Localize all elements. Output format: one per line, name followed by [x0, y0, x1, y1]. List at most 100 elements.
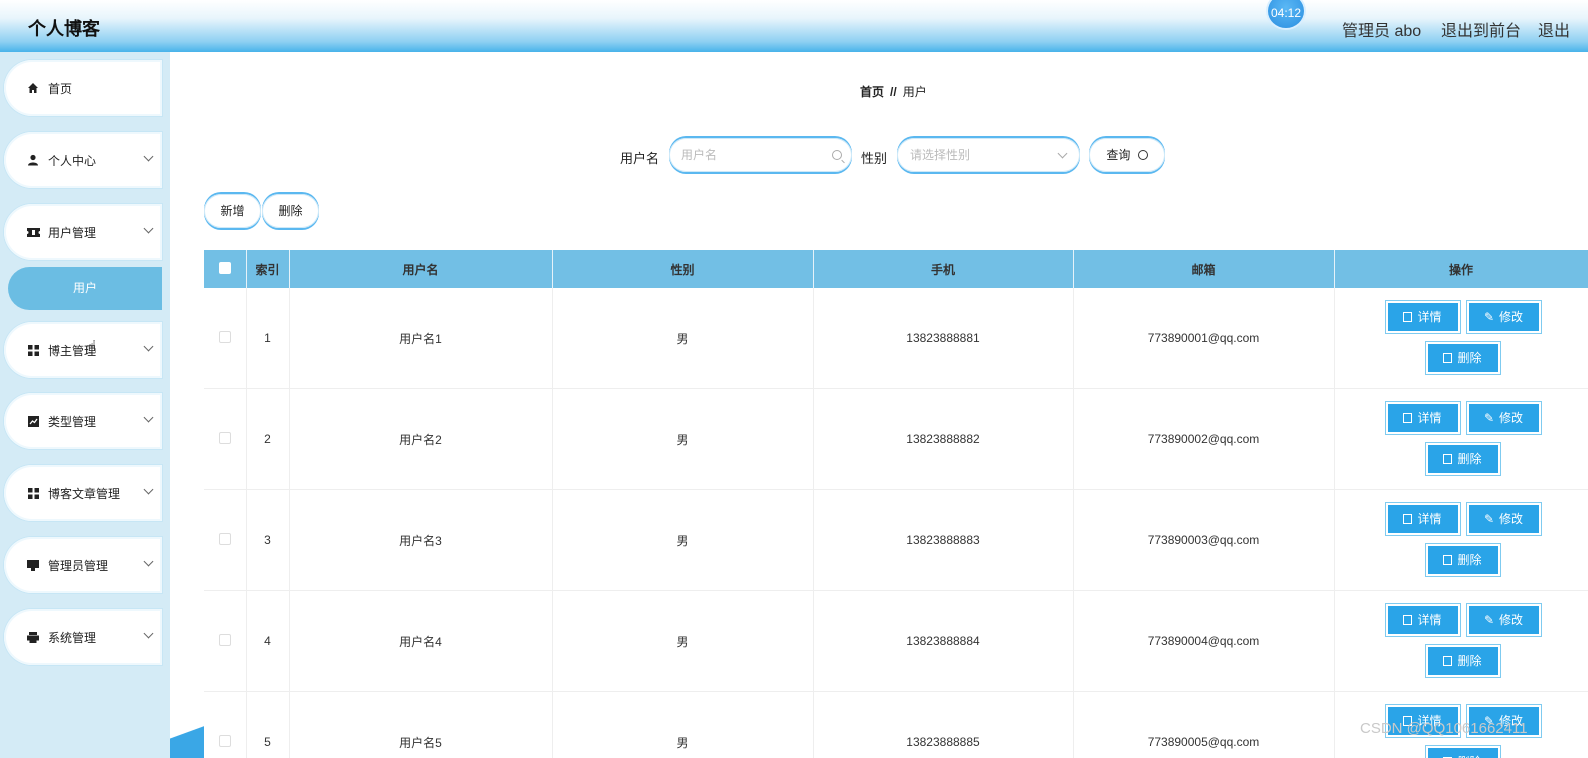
row-checkbox[interactable] — [218, 431, 231, 444]
row-select-cell[interactable] — [204, 590, 247, 692]
edit-button[interactable]: ✎ 修改 — [1468, 404, 1539, 432]
breadcrumb: 首页 // 用户 — [860, 83, 927, 100]
detail-button[interactable]: 详情 — [1387, 505, 1458, 533]
cell-phone: 13823888885 — [813, 691, 1074, 758]
row-select-cell[interactable] — [204, 388, 247, 490]
row-select-cell[interactable] — [204, 691, 247, 758]
breadcrumb-current: 用户 — [902, 85, 927, 99]
edit-button[interactable]: ✎ 修改 — [1468, 303, 1539, 331]
delete-button-label: 删除 — [1457, 452, 1482, 466]
row-select-cell[interactable] — [204, 288, 247, 389]
search-icon — [1137, 150, 1148, 160]
admin-user-label[interactable]: 管理员 abo — [1342, 17, 1421, 41]
cell-actions: 详情 ✎ 修改删除 — [1334, 288, 1588, 389]
row-checkbox[interactable] — [218, 532, 231, 545]
select-all-cell[interactable] — [204, 250, 247, 288]
delete-button[interactable]: 删除 — [1427, 546, 1498, 574]
cell-username: 用户名1 — [289, 288, 553, 389]
pencil-icon: ✎ — [1483, 411, 1495, 425]
sidebar-item-blog-article-management[interactable]: 博客文章管理 — [4, 465, 162, 521]
exit-to-front-link[interactable]: 退出到前台 — [1441, 17, 1521, 41]
detail-button-label: 详情 — [1417, 613, 1442, 627]
detail-button-label: 详情 — [1417, 310, 1442, 324]
chevron-down-icon — [143, 412, 154, 423]
sidebar-item-label: 首页 — [48, 81, 73, 96]
top-header: 个人博客 04:12 管理员 abo 退出到前台 退出 — [0, 0, 1588, 52]
row-checkbox[interactable] — [218, 330, 231, 343]
watermark: CSDN @QQ1061662411 — [1360, 720, 1528, 737]
query-button[interactable]: 查询 — [1089, 138, 1165, 172]
trash-icon — [1443, 555, 1453, 565]
sidebar-subitem-users[interactable]: 用户 — [8, 267, 162, 310]
table-header-row: 索引 用户名 性别 手机 邮箱 操作 — [204, 250, 1588, 288]
hand-cursor-icon: ☝ — [86, 337, 97, 357]
column-header-actions: 操作 — [1334, 250, 1588, 288]
detail-button-label: 详情 — [1417, 512, 1442, 526]
breadcrumb-home[interactable]: 首页 — [860, 85, 884, 99]
detail-button[interactable]: 详情 — [1387, 303, 1458, 331]
app-title: 个人博客 — [28, 19, 100, 39]
edit-button[interactable]: ✎ 修改 — [1468, 505, 1539, 533]
table-row: 1 用户名1 男 13823888881 773890001@qq.com 详情 ✎ 修改 删除 — [204, 288, 1588, 389]
column-header-gender: 性别 — [552, 250, 814, 288]
edit-button-label: 修改 — [1499, 512, 1524, 526]
sidebar-item-label: 类型管理 — [48, 414, 97, 429]
sidebar-item-home[interactable]: 首页 — [4, 60, 162, 116]
cell-username: 用户名3 — [289, 489, 553, 591]
document-icon — [1403, 514, 1413, 524]
delete-button[interactable]: 删除 — [1427, 344, 1498, 372]
sidebar-item-user-management[interactable]: 用户管理 — [4, 204, 162, 260]
add-button[interactable]: 新增 — [204, 194, 261, 228]
row-checkbox[interactable] — [218, 633, 231, 646]
document-icon — [1403, 312, 1413, 322]
detail-button[interactable]: 详情 — [1387, 404, 1458, 432]
cell-actions: 详情 ✎ 修改删除 — [1334, 489, 1588, 591]
chevron-down-icon — [143, 556, 154, 567]
printer-icon — [26, 630, 40, 644]
sidebar-item-type-management[interactable]: 类型管理 — [4, 393, 162, 449]
delete-button-label: 删除 — [1457, 553, 1482, 567]
edit-button[interactable]: ✎ 修改 — [1468, 606, 1539, 634]
edit-button-label: 修改 — [1499, 613, 1524, 627]
username-input[interactable] — [681, 138, 852, 172]
search-icon — [832, 150, 842, 160]
sidebar-item-label: 个人中心 — [48, 153, 97, 168]
cell-email: 773890001@qq.com — [1073, 288, 1335, 389]
home-icon — [26, 81, 40, 95]
gender-select[interactable]: 请选择性别 — [897, 138, 1080, 172]
delete-selected-button[interactable]: 删除 — [262, 194, 319, 228]
table-row: 3 用户名3 男 13823888883 773890003@qq.com 详情 ✎ 修改 删除 — [204, 489, 1588, 591]
logout-link[interactable]: 退出 — [1538, 17, 1570, 41]
sidebar-item-blogger-management[interactable]: 博主管理 — [4, 322, 162, 378]
edit-button-label: 修改 — [1499, 411, 1524, 425]
sidebar-item-personal-center[interactable]: 个人中心 — [4, 132, 162, 188]
delete-button[interactable]: 删除 — [1427, 647, 1498, 675]
pencil-icon: ✎ — [1483, 512, 1495, 526]
cell-phone: 13823888884 — [813, 590, 1074, 692]
username-search-field[interactable] — [669, 138, 852, 172]
row-select-cell[interactable] — [204, 489, 247, 591]
username-label: 用户名 — [620, 151, 660, 166]
column-header-phone: 手机 — [813, 250, 1074, 288]
gender-label: 性别 — [861, 151, 888, 166]
delete-button[interactable]: 删除 — [1427, 748, 1498, 758]
chevron-down-icon — [143, 484, 154, 495]
delete-button-label: 删除 — [1457, 654, 1482, 668]
column-header-index: 索引 — [246, 250, 290, 288]
user-table: 索引 用户名 性别 手机 邮箱 操作 1 用户名1 男 13823888881 7738… — [204, 250, 1588, 758]
cell-username: 用户名4 — [289, 590, 553, 692]
delete-button[interactable]: 删除 — [1427, 445, 1498, 473]
cell-phone: 13823888881 — [813, 288, 1074, 389]
row-checkbox[interactable] — [218, 734, 231, 747]
sidebar-item-system-management[interactable]: 系统管理 — [4, 609, 162, 665]
monitor-icon — [26, 558, 40, 572]
detail-button-label: 详情 — [1417, 411, 1442, 425]
cell-gender: 男 — [552, 388, 814, 490]
select-all-checkbox[interactable] — [218, 261, 231, 274]
sidebar-item-label: 用户管理 — [48, 225, 97, 240]
sidebar-item-admin-management[interactable]: 管理员管理 — [4, 537, 162, 593]
cell-email: 773890005@qq.com — [1073, 691, 1335, 758]
document-icon — [1403, 413, 1413, 423]
detail-button[interactable]: 详情 — [1387, 606, 1458, 634]
cell-gender: 男 — [552, 489, 814, 591]
